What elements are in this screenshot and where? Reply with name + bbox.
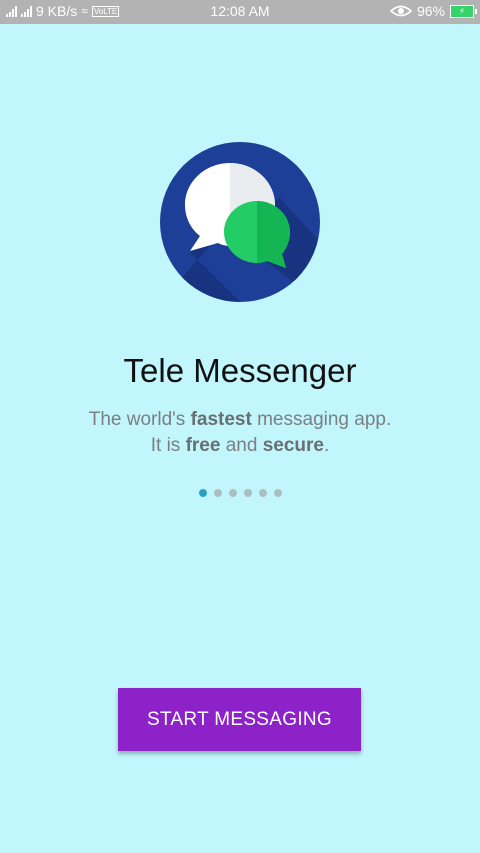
tagline-line-1: The world's fastest messaging app. (0, 407, 480, 433)
eye-icon (389, 5, 412, 17)
app-title: Tele Messenger (123, 352, 357, 389)
battery-icon: ⚡ (450, 4, 477, 18)
app-tagline: The world's fastest messaging app. It is… (0, 407, 480, 459)
tagline-text: The world's (88, 409, 191, 430)
page-dot (228, 489, 237, 497)
start-messaging-button[interactable]: START MESSAGING (118, 688, 361, 751)
page-dot (213, 489, 222, 497)
app-logo-icon (160, 142, 320, 302)
tagline-line-2: It is free and secure. (0, 433, 480, 459)
status-right: 96% ⚡ (389, 3, 477, 19)
page-dot (258, 489, 267, 497)
tagline-bold-free: free (185, 435, 221, 456)
tagline-bold-fastest: fastest (190, 409, 252, 430)
tagline-text: and (220, 435, 263, 456)
page-indicator (0, 489, 480, 497)
page-dot-active (198, 489, 207, 497)
battery-percent: 96% (416, 3, 445, 19)
page-dot (273, 489, 282, 497)
tagline-bold-secure: secure (262, 435, 324, 456)
tagline-text: messaging app. (251, 409, 392, 430)
status-bar: 9 KB/s ≈ VoLTE 12:08 AM 96% ⚡ (0, 0, 480, 24)
tagline-text: It is (150, 435, 186, 456)
tagline-text: . (323, 435, 330, 456)
page-dot (243, 489, 252, 497)
